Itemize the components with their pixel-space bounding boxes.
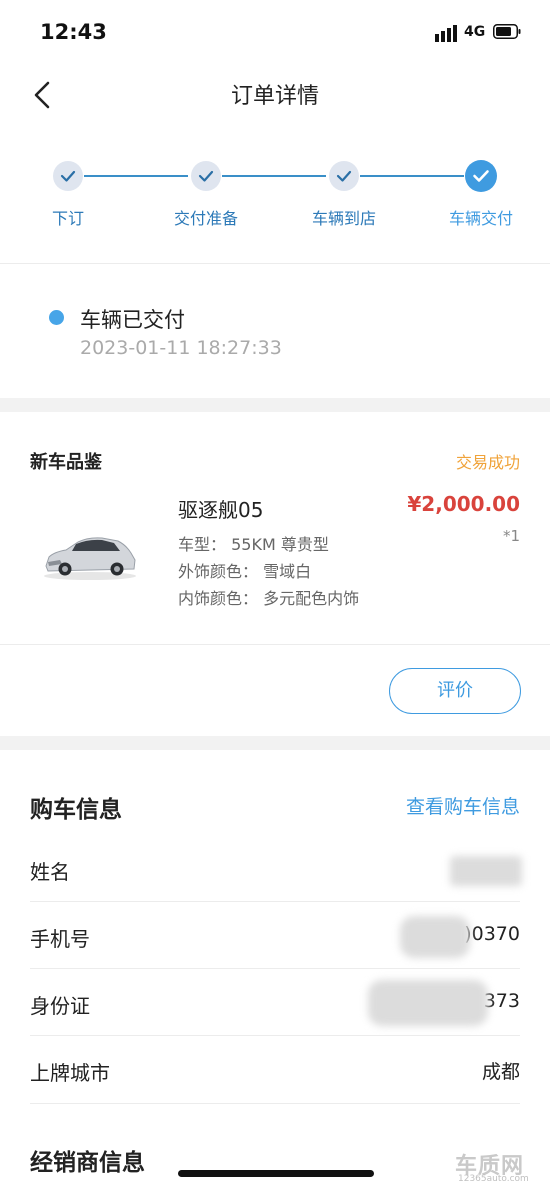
order-status-time: 2023-01-11 18:27:33 <box>80 337 282 359</box>
trade-status: 交易成功 <box>455 453 520 472</box>
row-divider <box>30 1035 520 1036</box>
plate-city-label: 上牌城市 <box>30 1061 110 1085</box>
product-price: ¥2,000.00 <box>407 492 520 516</box>
step-label: 下订 <box>51 209 84 228</box>
divider <box>0 263 550 264</box>
name-label: 姓名 <box>30 860 70 884</box>
product-name: 驱逐舰05 <box>178 498 264 522</box>
id-card-redaction <box>368 980 488 1026</box>
plate-city-value: 成都 <box>481 1061 520 1083</box>
divider <box>0 644 550 645</box>
name-value-redacted <box>450 856 522 886</box>
review-button[interactable]: 评价 <box>389 668 521 714</box>
step-label: 车辆交付 <box>448 209 513 228</box>
purchase-info-title: 购车信息 <box>30 797 122 823</box>
step-connector <box>222 175 326 177</box>
view-purchase-info-link[interactable]: 查看购车信息 <box>340 792 520 819</box>
signal-icon <box>435 25 457 42</box>
step-connector <box>360 175 464 177</box>
step-4-check-icon <box>465 160 497 192</box>
dealer-info-title: 经销商信息 <box>30 1150 145 1176</box>
section-divider <box>0 736 550 750</box>
step-label: 交付准备 <box>173 209 238 228</box>
step-3-check-icon <box>329 161 359 191</box>
product-exterior-color: 外饰颜色： 雪域白 <box>178 562 312 581</box>
product-quantity: *1 <box>502 527 520 545</box>
watermark-url: 12365auto.com <box>458 1174 529 1184</box>
car-image[interactable] <box>40 526 140 582</box>
order-status-text: 车辆已交付 <box>80 308 185 332</box>
step-1-check-icon <box>53 161 83 191</box>
section-divider <box>0 398 550 412</box>
row-divider <box>30 968 520 969</box>
page-title: 订单详情 <box>230 84 319 109</box>
network-type: 4G <box>464 24 486 40</box>
phone-label: 手机号 <box>30 927 90 951</box>
battery-icon <box>493 24 521 39</box>
phone-redaction <box>400 916 470 958</box>
id-card-label: 身份证 <box>30 994 90 1018</box>
row-divider <box>30 1103 520 1104</box>
step-label: 车辆到店 <box>311 209 376 228</box>
home-indicator[interactable] <box>178 1170 374 1177</box>
row-divider <box>30 901 520 902</box>
product-section-title: 新车品鉴 <box>30 452 102 473</box>
step-2-check-icon <box>191 161 221 191</box>
status-dot-icon <box>49 310 64 325</box>
status-time: 12:43 <box>40 20 107 44</box>
step-connector <box>84 175 188 177</box>
product-model: 车型： 55KM 尊贵型 <box>178 535 329 554</box>
product-interior-color: 内饰颜色： 多元配色内饰 <box>178 589 360 608</box>
